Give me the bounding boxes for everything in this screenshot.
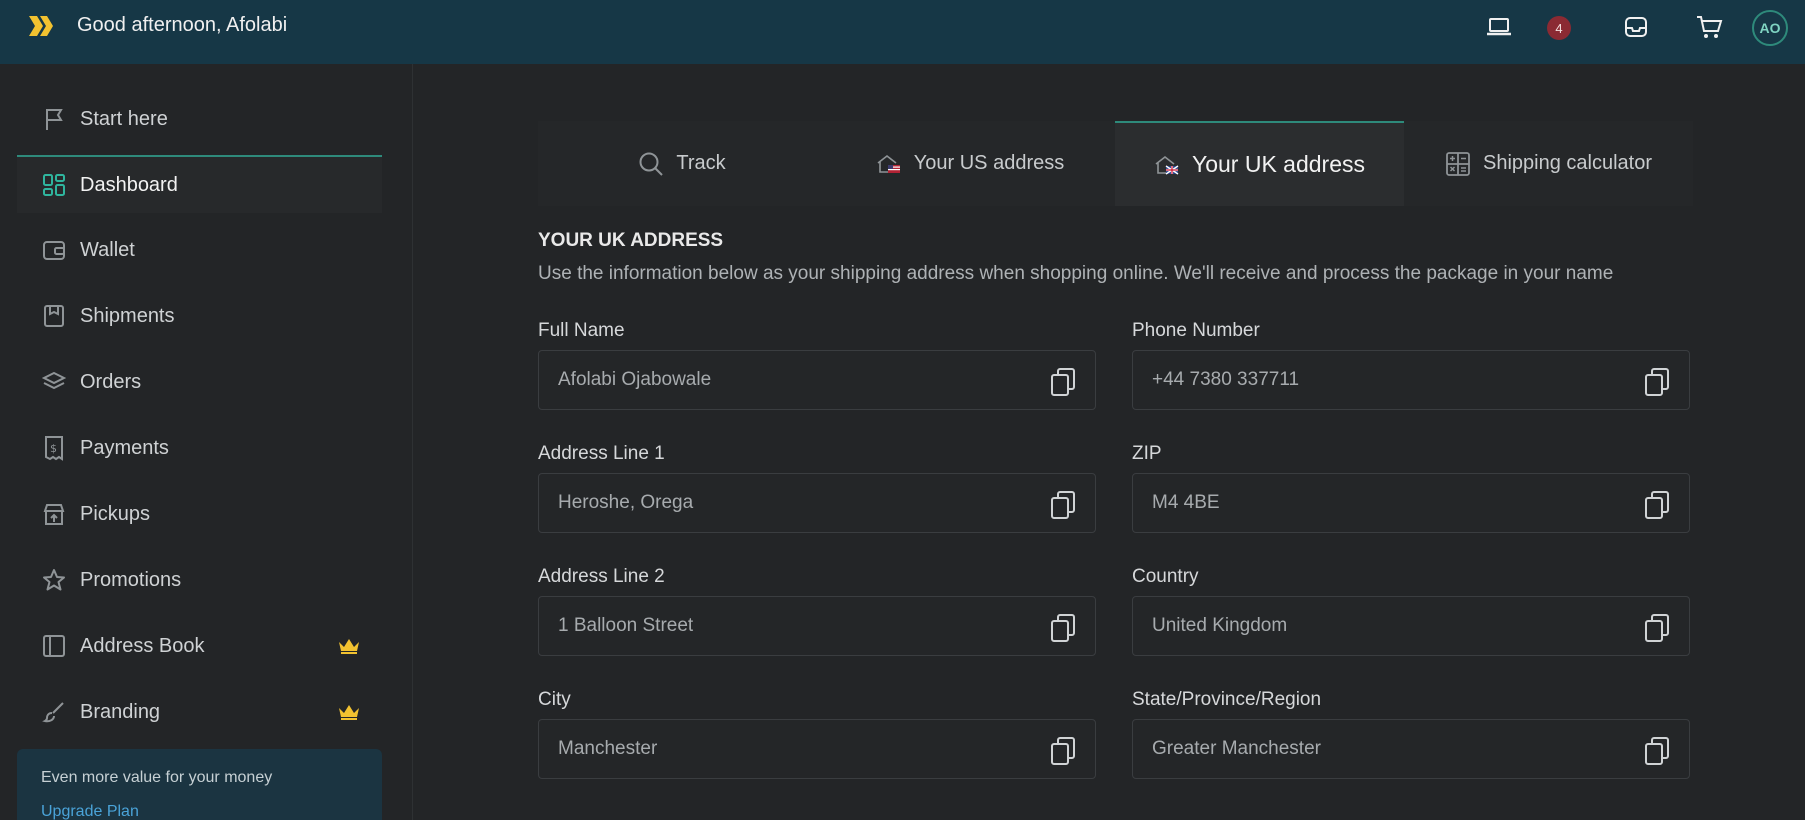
section-description: Use the information below as your shippi… bbox=[538, 263, 1614, 284]
address-line-1-value: Heroshe, Orega bbox=[558, 492, 694, 513]
full-name-value: Afolabi Ojabowale bbox=[558, 369, 712, 390]
tab-shipping-calculator[interactable]: Shipping calculator bbox=[1404, 121, 1693, 206]
sidebar-item-label: Promotions bbox=[80, 568, 182, 591]
store-icon bbox=[41, 501, 67, 527]
cart-icon[interactable] bbox=[1694, 12, 1724, 42]
phone-field[interactable]: +44 7380 337711 bbox=[1132, 350, 1690, 410]
tab-us-address[interactable]: Your US address bbox=[826, 121, 1114, 206]
logo-icon[interactable] bbox=[26, 12, 56, 40]
copy-icon[interactable] bbox=[1643, 367, 1671, 397]
wallet-icon bbox=[41, 237, 67, 263]
address-tabs: Track Your US address Your UK address Sh… bbox=[538, 121, 1693, 206]
sidebar-item-promotions[interactable]: Promotions bbox=[17, 551, 382, 609]
sidebar-item-start-here[interactable]: Start here bbox=[17, 90, 382, 148]
copy-icon[interactable] bbox=[1643, 736, 1671, 766]
sidebar-item-dashboard[interactable]: Dashboard bbox=[17, 155, 382, 213]
state-label: State/Province/Region bbox=[1132, 689, 1322, 710]
sidebar-item-label: Payments bbox=[80, 436, 169, 459]
sidebar-item-address-book[interactable]: Address Book bbox=[17, 617, 382, 675]
sidebar-item-label: Pickups bbox=[80, 502, 151, 525]
zip-field[interactable]: M4 4BE bbox=[1132, 473, 1690, 533]
sidebar-item-label: Dashboard bbox=[80, 173, 178, 196]
zip-value: M4 4BE bbox=[1152, 492, 1220, 513]
sidebar-item-pickups[interactable]: Pickups bbox=[17, 485, 382, 543]
country-label: Country bbox=[1132, 566, 1199, 587]
sidebar-item-wallet[interactable]: Wallet bbox=[17, 221, 382, 279]
brush-icon bbox=[41, 699, 67, 725]
full-name-field[interactable]: Afolabi Ojabowale bbox=[538, 350, 1096, 410]
address-line-1-label: Address Line 1 bbox=[538, 443, 665, 464]
tab-label: Shipping calculator bbox=[1483, 152, 1652, 174]
sidebar-item-payments[interactable]: $ Payments bbox=[17, 419, 382, 477]
dashboard-icon bbox=[41, 172, 67, 198]
section-title: YOUR UK ADDRESS bbox=[538, 230, 724, 251]
laptop-icon[interactable] bbox=[1484, 12, 1514, 42]
inbox-icon[interactable] bbox=[1621, 12, 1651, 42]
tab-label: Your UK address bbox=[1191, 151, 1366, 177]
crown-icon bbox=[339, 705, 359, 720]
svg-text:$: $ bbox=[50, 442, 57, 455]
book-icon bbox=[41, 633, 67, 659]
address-line-2-field[interactable]: 1 Balloon Street bbox=[538, 596, 1096, 656]
upgrade-text: Even more value for your money bbox=[41, 769, 273, 786]
state-value: Greater Manchester bbox=[1152, 738, 1321, 759]
avatar[interactable]: AO bbox=[1752, 10, 1788, 46]
star-icon bbox=[41, 567, 67, 593]
phone-value: +44 7380 337711 bbox=[1152, 369, 1300, 390]
flag-icon bbox=[41, 106, 67, 132]
uk-house-icon bbox=[1155, 155, 1179, 175]
layers-icon bbox=[41, 369, 67, 395]
sidebar: Start here Dashboard Wallet Shipments Or… bbox=[0, 64, 413, 820]
address-line-2-value: 1 Balloon Street bbox=[558, 615, 694, 636]
us-house-icon bbox=[877, 154, 900, 173]
sidebar-item-orders[interactable]: Orders bbox=[17, 353, 382, 411]
sidebar-item-label: Wallet bbox=[80, 238, 135, 261]
search-icon bbox=[639, 152, 664, 176]
city-value: Manchester bbox=[558, 738, 658, 759]
sidebar-item-label: Branding bbox=[80, 700, 161, 723]
tab-uk-address[interactable]: Your UK address bbox=[1115, 121, 1404, 206]
tab-label: Your US address bbox=[913, 152, 1065, 174]
copy-icon[interactable] bbox=[1643, 490, 1671, 520]
tab-track[interactable]: Track bbox=[538, 121, 826, 206]
notification-badge[interactable]: 4 bbox=[1547, 16, 1571, 40]
upgrade-card: Even more value for your money Upgrade P… bbox=[17, 749, 382, 820]
copy-icon[interactable] bbox=[1049, 736, 1077, 766]
greeting-text: Good afternoon, Afolabi bbox=[77, 14, 288, 36]
city-field[interactable]: Manchester bbox=[538, 719, 1096, 779]
copy-icon[interactable] bbox=[1049, 613, 1077, 643]
upgrade-plan-link[interactable]: Upgrade Plan bbox=[41, 803, 139, 820]
sidebar-item-shipments[interactable]: Shipments bbox=[17, 287, 382, 345]
zip-label: ZIP bbox=[1132, 443, 1162, 464]
country-value: United Kingdom bbox=[1152, 615, 1288, 636]
state-field[interactable]: Greater Manchester bbox=[1132, 719, 1690, 779]
tab-label: Track bbox=[676, 152, 726, 174]
address-line-1-field[interactable]: Heroshe, Orega bbox=[538, 473, 1096, 533]
copy-icon[interactable] bbox=[1049, 490, 1077, 520]
city-label: City bbox=[538, 689, 571, 710]
sidebar-item-label: Start here bbox=[80, 107, 168, 130]
top-bar: Good afternoon, Afolabi 4 AO bbox=[0, 0, 1805, 64]
sidebar-item-label: Orders bbox=[80, 370, 142, 393]
address-line-2-label: Address Line 2 bbox=[538, 566, 665, 587]
crown-icon bbox=[339, 639, 359, 654]
box-icon bbox=[41, 303, 67, 329]
copy-icon[interactable] bbox=[1643, 613, 1671, 643]
calculator-icon bbox=[1446, 151, 1470, 176]
phone-label: Phone Number bbox=[1132, 320, 1260, 341]
sidebar-item-branding[interactable]: Branding bbox=[17, 683, 382, 741]
receipt-icon: $ bbox=[41, 435, 67, 461]
sidebar-item-label: Address Book bbox=[80, 634, 205, 657]
country-field[interactable]: United Kingdom bbox=[1132, 596, 1690, 656]
copy-icon[interactable] bbox=[1049, 367, 1077, 397]
full-name-label: Full Name bbox=[538, 320, 625, 341]
sidebar-item-label: Shipments bbox=[80, 304, 175, 327]
